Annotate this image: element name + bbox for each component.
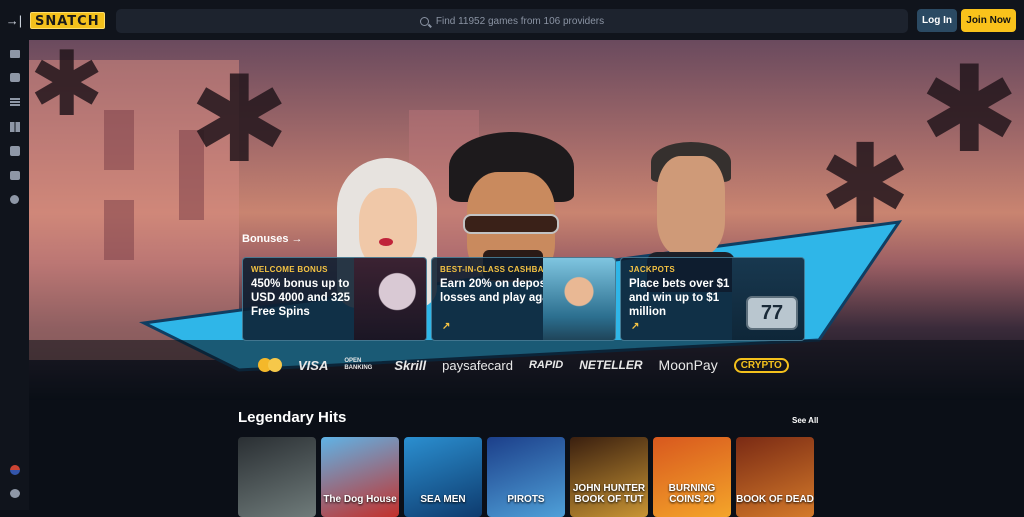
join-now-button[interactable]: Join Now [961,9,1016,32]
promo-art [543,258,615,340]
payment-rapid: RAPID [528,359,564,371]
coins-icon[interactable] [9,72,20,83]
flag-icon[interactable] [9,464,20,475]
arrow-up-right-icon: ↗ [631,321,640,332]
game-tile[interactable]: BURNING COINS 20 [653,437,731,517]
play-icon[interactable] [9,170,20,181]
game-tile[interactable]: JOHN HUNTER BOOK OF TUT [570,437,648,517]
bonuses-link[interactable]: Bonuses → [242,233,303,245]
promo-card-jackpots[interactable]: JACKPOTS Place bets over $1 and win up t… [620,257,805,341]
promo-text: 450% bonus up to USD 4000 and 325 Free S… [251,278,351,318]
sidebar [0,40,29,510]
search-icon [419,16,429,26]
dice-icon[interactable] [9,145,20,156]
payment-open-banking: OPEN BANKING [344,358,373,371]
grid-icon[interactable] [9,121,20,132]
game-title: The Dog House [323,494,397,505]
slot-machine-icon: 77 [732,258,804,340]
search-placeholder: Find 11952 games from 106 providers [435,15,605,27]
collapse-sidebar-icon[interactable]: →| [0,0,28,40]
payment-visa: VISA [298,357,329,373]
payment-skrill: Skrill [394,357,427,373]
section-title: Legendary Hits [238,409,347,426]
game-title: BOOK OF DEAD [736,494,814,505]
game-tile[interactable]: BOOK OF DEAD [736,437,814,517]
game-tile[interactable]: The Dog House [321,437,399,517]
game-title: PIROTS [507,494,545,505]
logo[interactable]: SNATCH [30,11,105,29]
promo-art [354,258,426,340]
game-tile[interactable] [238,437,316,517]
search-input[interactable]: Find 11952 games from 106 providers [116,9,908,33]
game-tile[interactable]: SEA MEN [404,437,482,517]
game-title: SEA MEN [420,494,466,505]
gift-icon[interactable] [9,48,20,59]
game-title: JOHN HUNTER BOOK OF TUT [572,483,646,505]
promo-text: Earn 20% on deposit losses and play agai… [440,278,559,304]
payment-neteller: NETELLER [579,358,643,372]
promo-card-welcome[interactable]: WELCOME BONUS 450% bonus up to USD 4000 … [242,257,427,341]
payment-paysafecard: paysafecard [442,357,513,373]
arrow-up-right-icon: ↗ [442,321,451,332]
payment-crypto: CRYPTO [733,357,789,373]
login-button[interactable]: Log In [917,9,957,32]
chat-icon[interactable] [9,488,20,499]
game-tiles: The Dog House SEA MEN PIROTS JOHN HUNTER BO… [238,437,814,517]
payment-moonpay: MoonPay [658,357,718,373]
promo-text: Place bets over $1 and win up to $1 mill… [629,278,730,318]
see-all-link[interactable]: See All [792,416,818,425]
payment-methods: VISA OPEN BANKING Skrill paysafecard RAP… [258,356,789,374]
hero-banner: ✱ ✱ ✱ ✱ [29,40,1024,400]
star-icon[interactable] [9,194,20,205]
game-title: BURNING COINS 20 [668,483,716,505]
game-tile[interactable]: PIROTS [487,437,565,517]
mastercard-icon [258,358,282,372]
promo-card-cashback[interactable]: BEST-IN-CLASS CASHBACK Earn 20% on depos… [431,257,616,341]
list-icon[interactable] [9,96,20,107]
